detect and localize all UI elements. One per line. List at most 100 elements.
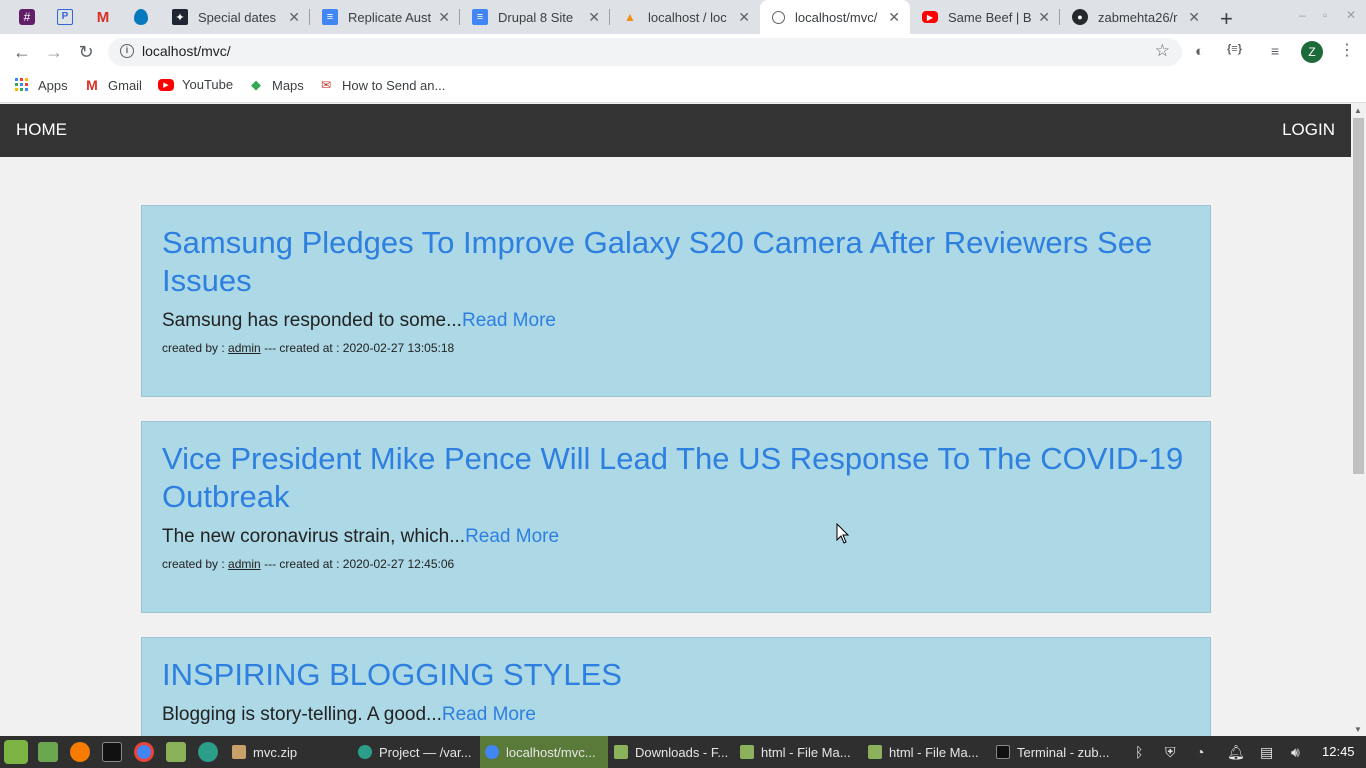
- pinned-tab-drupal[interactable]: [122, 0, 160, 34]
- taskbar-item-downloads[interactable]: Downloads - F...: [612, 736, 736, 768]
- scrollbar-thumb[interactable]: [1353, 118, 1364, 474]
- clipboard-icon[interactable]: ▤: [1260, 744, 1273, 761]
- bluetooth-icon[interactable]: ᛒ: [1135, 744, 1143, 760]
- taskbar-item-chrome[interactable]: localhost/mvc...: [480, 736, 608, 768]
- taskbar-item-label: html - File Ma...: [889, 744, 979, 760]
- scroll-down-arrow-icon[interactable]: ▼: [1354, 725, 1362, 734]
- address-bar[interactable]: i localhost/mvc/ ☆: [108, 38, 1182, 66]
- globe-icon: [772, 10, 785, 24]
- close-icon[interactable]: ✕: [438, 9, 450, 26]
- bookmark-maps[interactable]: ◆ Maps: [248, 77, 304, 93]
- firefox-icon[interactable]: [70, 742, 90, 762]
- post-excerpt: Samsung has responded to some...Read Mor…: [162, 310, 1190, 332]
- bookmark-how-to-send[interactable]: ✉ How to Send an...: [318, 77, 445, 93]
- back-icon[interactable]: ←: [10, 41, 34, 65]
- address-url[interactable]: localhost/mvc/: [142, 43, 231, 59]
- taskbar-item-label: html - File Ma...: [761, 744, 851, 760]
- post-title-link[interactable]: INSPIRING BLOGGING STYLES: [162, 656, 1190, 694]
- taskbar-item-project[interactable]: Project — /var...: [354, 736, 478, 768]
- reload-icon[interactable]: ↻: [74, 41, 98, 65]
- notification-bell-icon[interactable]: 🔔︎: [1227, 744, 1245, 761]
- taskbar-item-mvc-zip[interactable]: mvc.zip: [228, 736, 348, 768]
- scroll-up-arrow-icon[interactable]: ▲: [1354, 106, 1362, 115]
- tab-replicate[interactable]: ≡ Replicate Aust ✕: [310, 0, 460, 34]
- post-excerpt-text: Samsung has responded to some...: [162, 310, 462, 331]
- taskbar-item-terminal[interactable]: Terminal - zub...: [996, 736, 1120, 768]
- pinned-tab-gmail[interactable]: M: [84, 0, 122, 34]
- page-scrollbar[interactable]: ▲ ▼: [1351, 104, 1366, 736]
- shield-icon[interactable]: ⛨: [1165, 744, 1176, 761]
- youtube-icon: ▶: [158, 78, 174, 91]
- post-title-link[interactable]: Samsung Pledges To Improve Galaxy S20 Ca…: [162, 224, 1190, 300]
- bookmark-gmail[interactable]: M Gmail: [84, 77, 142, 93]
- volume-icon[interactable]: 🔊︎: [1291, 744, 1300, 761]
- terminal-icon[interactable]: [102, 742, 122, 762]
- read-more-link[interactable]: Read More: [442, 704, 536, 725]
- pinned-tab-slack[interactable]: #: [8, 0, 46, 34]
- close-icon[interactable]: ✕: [1038, 9, 1050, 26]
- new-tab-icon[interactable]: +: [1220, 6, 1233, 32]
- close-icon[interactable]: ✕: [888, 9, 900, 26]
- os-taskbar: mvc.zip Project — /var... localhost/mvc.…: [0, 736, 1366, 768]
- tab-special-dates[interactable]: ✦ Special dates ✕: [160, 0, 310, 34]
- tab-localhost-mvc[interactable]: localhost/mvc/ ✕: [760, 0, 910, 34]
- read-more-link[interactable]: Read More: [462, 310, 556, 331]
- extension-reload-icon[interactable]: ◐: [1195, 43, 1204, 60]
- close-icon[interactable]: ✕: [1188, 9, 1200, 26]
- profile-avatar[interactable]: Z: [1301, 41, 1323, 63]
- gmail-icon: M: [96, 8, 110, 26]
- tab-phpmyadmin[interactable]: ▲ localhost / loc ✕: [610, 0, 760, 34]
- taskbar-item-html-1[interactable]: html - File Ma...: [740, 736, 864, 768]
- post-author-link[interactable]: admin: [228, 341, 261, 355]
- nav-home-link[interactable]: HOME: [16, 120, 67, 140]
- tab-drupal-site[interactable]: ≡ Drupal 8 Site ✕: [460, 0, 610, 34]
- site-navbar: HOME LOGIN: [0, 104, 1351, 157]
- json-extension-icon[interactable]: {≡}: [1227, 43, 1242, 55]
- mint-menu-icon[interactable]: [4, 740, 28, 764]
- post-card: Samsung Pledges To Improve Galaxy S20 Ca…: [141, 205, 1211, 397]
- tab-youtube[interactable]: ▶ Same Beef | B ✕: [910, 0, 1060, 34]
- read-more-link[interactable]: Read More: [465, 526, 559, 547]
- created-by-label: created by :: [162, 341, 225, 355]
- bookmark-youtube[interactable]: ▶ YouTube: [158, 77, 233, 92]
- post-card: INSPIRING BLOGGING STYLES Blogging is st…: [141, 637, 1211, 736]
- wifi-icon[interactable]: ◔: [1196, 744, 1204, 760]
- app-icon: P: [57, 9, 73, 25]
- youtube-icon: ▶: [922, 11, 938, 23]
- show-desktop-icon[interactable]: [38, 742, 58, 762]
- post-title-link[interactable]: Vice President Mike Pence Will Lead The …: [162, 440, 1190, 516]
- taskbar-item-label: mvc.zip: [253, 744, 298, 760]
- kebab-menu-icon[interactable]: ⋮: [1339, 40, 1355, 60]
- terminal-icon: [996, 745, 1010, 759]
- nav-login-link[interactable]: LOGIN: [1282, 120, 1335, 140]
- archive-icon: [232, 745, 246, 759]
- phpmyadmin-icon: ▲: [624, 10, 636, 24]
- close-icon[interactable]: ✕: [738, 9, 750, 26]
- chrome-icon: [485, 745, 499, 759]
- chrome-icon[interactable]: [134, 742, 154, 762]
- created-by-label: created by :: [162, 557, 225, 571]
- bookmark-icon: ✉: [320, 78, 332, 92]
- bookmark-label: Maps: [272, 77, 304, 93]
- close-icon[interactable]: ✕: [288, 9, 300, 26]
- atom-icon[interactable]: [198, 742, 218, 762]
- minimize-icon[interactable]: –: [1299, 8, 1306, 22]
- taskbar-clock[interactable]: 12:45: [1322, 744, 1355, 759]
- maximize-icon[interactable]: ▫: [1323, 8, 1327, 22]
- files-icon[interactable]: [166, 742, 186, 762]
- forward-icon[interactable]: →: [42, 41, 66, 65]
- media-queue-icon[interactable]: ≡: [1271, 43, 1279, 59]
- close-icon[interactable]: ✕: [588, 9, 600, 26]
- post-author-link[interactable]: admin: [228, 557, 261, 571]
- window-close-icon[interactable]: ✕: [1346, 8, 1356, 22]
- pinned-tab-2[interactable]: P: [46, 0, 84, 34]
- taskbar-item-label: Project — /var...: [379, 744, 472, 760]
- bookmarks-bar: Apps M Gmail ▶ YouTube ◆ Maps ✉ How to S…: [0, 70, 1366, 103]
- mouse-cursor-icon: [836, 523, 850, 544]
- tab-github[interactable]: ● zabmehta26/r ✕: [1060, 0, 1210, 34]
- bookmark-star-icon[interactable]: ☆: [1155, 41, 1170, 61]
- bookmark-apps[interactable]: Apps: [14, 77, 68, 93]
- taskbar-item-label: Downloads - F...: [635, 744, 729, 760]
- taskbar-item-html-2[interactable]: html - File Ma...: [868, 736, 992, 768]
- info-icon[interactable]: i: [120, 44, 134, 58]
